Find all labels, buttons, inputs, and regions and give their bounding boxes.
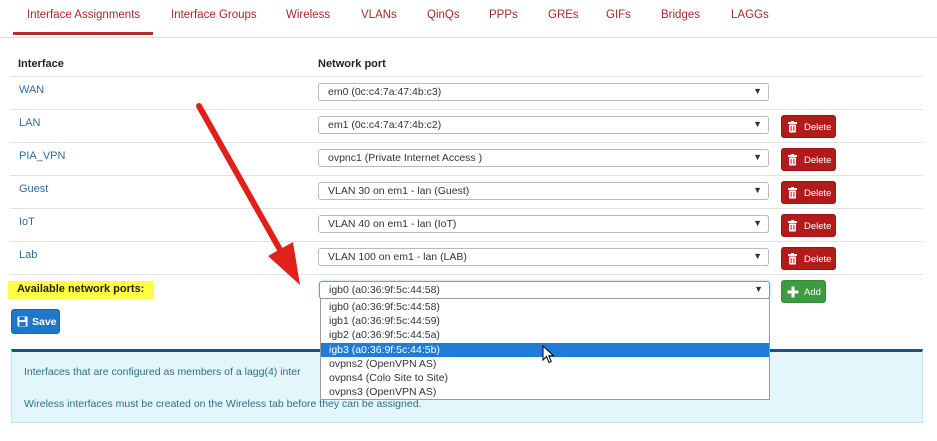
delete-label: Delete bbox=[804, 221, 832, 232]
plus-icon bbox=[787, 286, 799, 298]
info-text-lagg: Interfaces that are configured as member… bbox=[24, 366, 301, 378]
tab-wireless[interactable]: Wireless bbox=[286, 9, 330, 21]
dropdown-option[interactable]: igb0 (a0:36:9f:5c:44:58) bbox=[321, 300, 769, 314]
dropdown-option[interactable]: ovpns4 (Colo Site to Site) bbox=[321, 371, 769, 385]
delete-label: Delete bbox=[804, 188, 832, 199]
tab-interface-groups[interactable]: Interface Groups bbox=[171, 9, 257, 21]
add-button[interactable]: Add bbox=[781, 280, 826, 303]
row-divider bbox=[10, 76, 923, 77]
trash-icon bbox=[788, 121, 797, 133]
delete-button[interactable]: Delete bbox=[781, 181, 836, 204]
tab-vlans[interactable]: VLANs bbox=[361, 9, 397, 21]
delete-label: Delete bbox=[804, 155, 832, 166]
network-port-select-iot[interactable]: VLAN 40 on em1 - lan (IoT) ▼ bbox=[318, 215, 769, 233]
row-divider bbox=[10, 175, 923, 176]
dropdown-option[interactable]: igb2 (a0:36:9f:5c:44:5a) bbox=[321, 328, 769, 342]
trash-icon bbox=[788, 220, 797, 232]
tab-gres[interactable]: GREs bbox=[548, 9, 579, 21]
interface-link-pia-vpn[interactable]: PIA_VPN bbox=[19, 150, 65, 162]
available-ports-label: Available network ports: bbox=[8, 281, 154, 299]
column-header-network-port: Network port bbox=[318, 58, 386, 70]
delete-button[interactable]: Delete bbox=[781, 214, 836, 237]
floppy-disk-icon bbox=[17, 316, 28, 327]
delete-button[interactable]: Delete bbox=[781, 115, 836, 138]
select-value: VLAN 100 on em1 - lan (LAB) bbox=[328, 251, 467, 263]
row-divider bbox=[10, 142, 923, 143]
caret-down-icon: ▼ bbox=[753, 218, 762, 228]
trash-icon bbox=[788, 187, 797, 199]
caret-down-icon: ▼ bbox=[753, 185, 762, 195]
caret-down-icon: ▼ bbox=[753, 251, 762, 261]
tab-bridges[interactable]: Bridges bbox=[661, 9, 700, 21]
tab-qinqs[interactable]: QinQs bbox=[427, 9, 460, 21]
caret-down-icon: ▼ bbox=[753, 86, 762, 96]
select-value: ovpnc1 (Private Internet Access ) bbox=[328, 152, 483, 164]
tab-interface-assignments[interactable]: Interface Assignments bbox=[27, 9, 140, 21]
network-port-select-wan[interactable]: em0 (0c:c4:7a:47:4b:c3) ▼ bbox=[318, 83, 769, 101]
delete-label: Delete bbox=[804, 122, 832, 133]
row-divider bbox=[10, 241, 923, 242]
column-header-interface: Interface bbox=[18, 58, 64, 70]
select-value: igb0 (a0:36:9f:5c:44:58) bbox=[329, 284, 440, 296]
interface-link-iot[interactable]: IoT bbox=[19, 216, 35, 228]
interface-link-guest[interactable]: Guest bbox=[19, 183, 48, 195]
dropdown-option[interactable]: igb1 (a0:36:9f:5c:44:59) bbox=[321, 314, 769, 328]
caret-down-icon: ▼ bbox=[754, 284, 763, 294]
network-port-select-guest[interactable]: VLAN 30 on em1 - lan (Guest) ▼ bbox=[318, 182, 769, 200]
network-port-select-lan[interactable]: em1 (0c:c4:7a:47:4b:c2) ▼ bbox=[318, 116, 769, 134]
network-port-select-lab[interactable]: VLAN 100 on em1 - lan (LAB) ▼ bbox=[318, 248, 769, 266]
delete-button[interactable]: Delete bbox=[781, 247, 836, 270]
network-port-select-pia-vpn[interactable]: ovpnc1 (Private Internet Access ) ▼ bbox=[318, 149, 769, 167]
dropdown-option[interactable]: ovpns3 (OpenVPN AS) bbox=[321, 385, 769, 399]
interface-link-lan[interactable]: LAN bbox=[19, 117, 40, 129]
save-button[interactable]: Save bbox=[11, 309, 60, 334]
mouse-pointer-icon bbox=[542, 345, 555, 364]
select-value: VLAN 30 on em1 - lan (Guest) bbox=[328, 185, 470, 197]
tab-laggs[interactable]: LAGGs bbox=[731, 9, 769, 21]
select-value: VLAN 40 on em1 - lan (IoT) bbox=[328, 218, 457, 230]
select-value: em1 (0c:c4:7a:47:4b:c2) bbox=[328, 119, 442, 131]
interface-link-wan[interactable]: WAN bbox=[19, 84, 44, 96]
available-ports-select[interactable]: igb0 (a0:36:9f:5c:44:58) ▼ bbox=[319, 281, 770, 299]
delete-button[interactable]: Delete bbox=[781, 148, 836, 171]
row-divider bbox=[10, 109, 923, 110]
interface-link-lab[interactable]: Lab bbox=[19, 249, 37, 261]
active-tab-indicator bbox=[13, 32, 153, 35]
caret-down-icon: ▼ bbox=[753, 119, 762, 129]
save-label: Save bbox=[32, 316, 57, 328]
delete-label: Delete bbox=[804, 254, 832, 265]
select-value: em0 (0c:c4:7a:47:4b:c3) bbox=[328, 86, 442, 98]
row-divider bbox=[10, 274, 923, 275]
caret-down-icon: ▼ bbox=[753, 152, 762, 162]
tab-gifs[interactable]: GIFs bbox=[606, 9, 631, 21]
trash-icon bbox=[788, 253, 797, 265]
tab-bar: Interface Assignments Interface Groups W… bbox=[0, 0, 937, 38]
tab-ppps[interactable]: PPPs bbox=[489, 9, 518, 21]
add-label: Add bbox=[804, 287, 821, 298]
row-divider bbox=[10, 208, 923, 209]
trash-icon bbox=[788, 154, 797, 166]
